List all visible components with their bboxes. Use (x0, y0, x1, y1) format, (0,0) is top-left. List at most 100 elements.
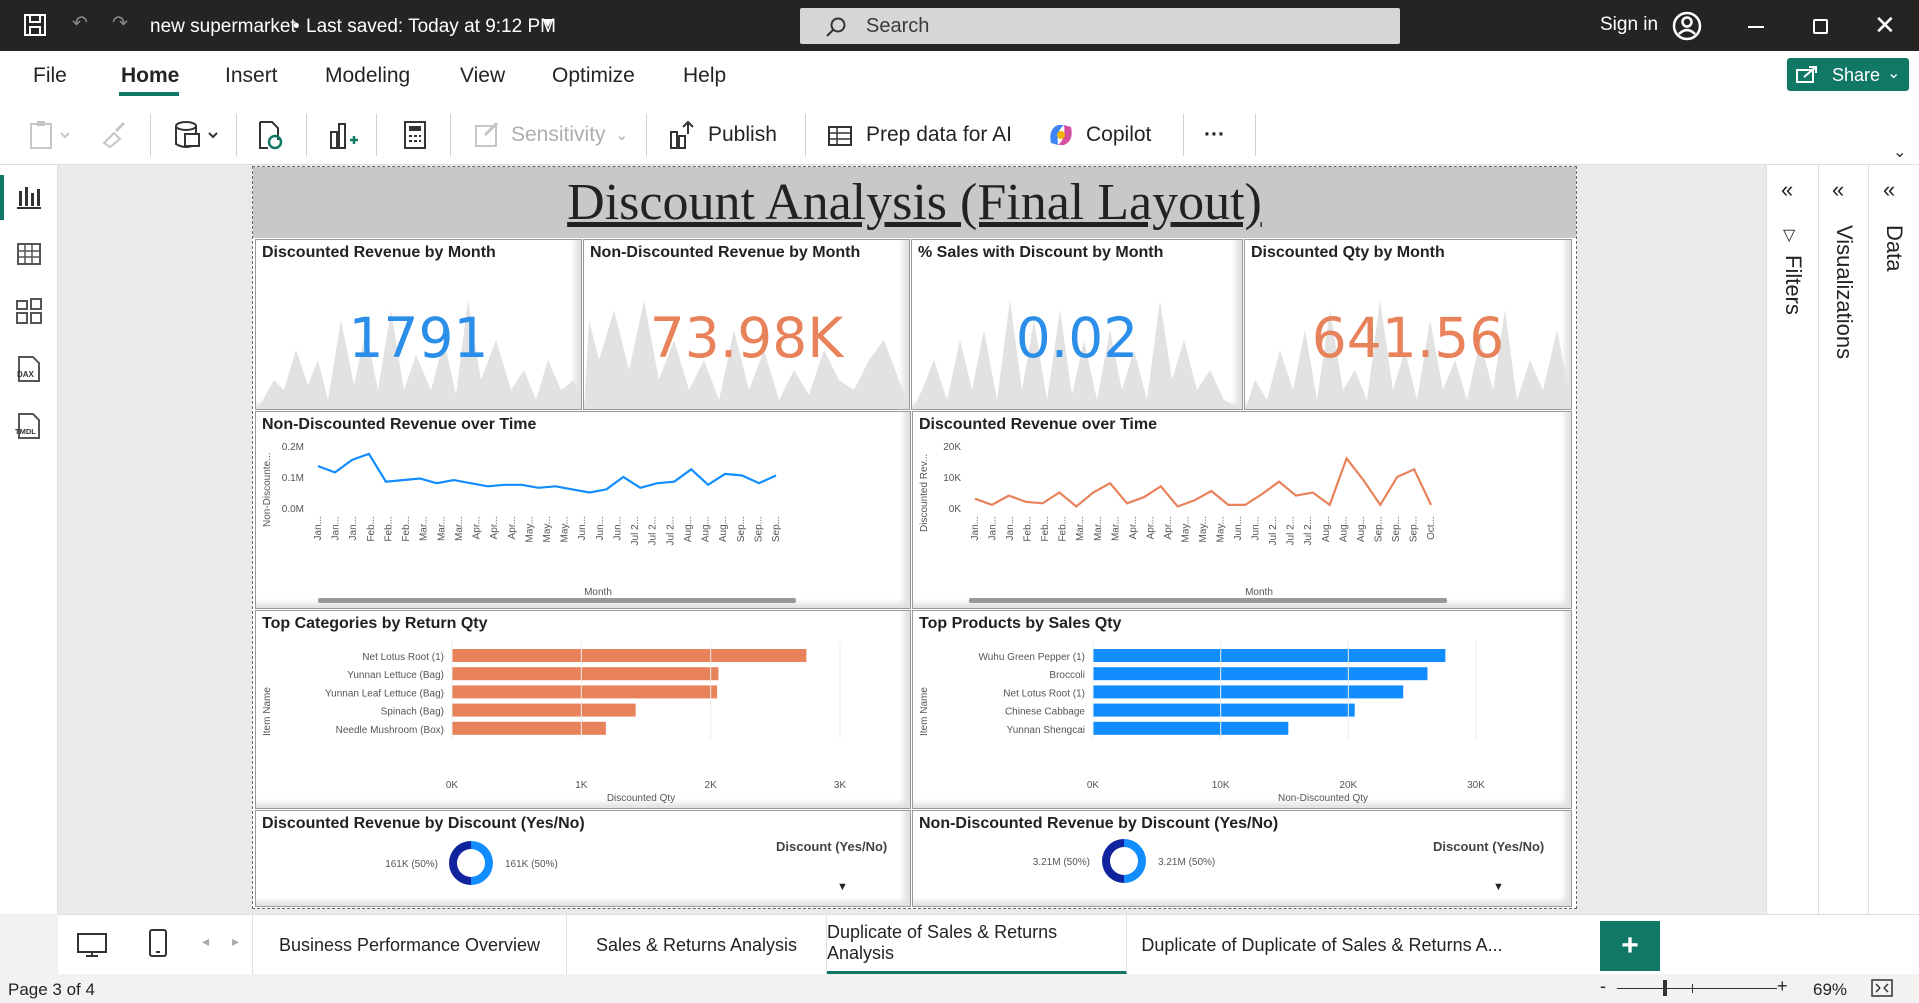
prep-data-button[interactable]: Prep data for AI (826, 104, 1012, 165)
kpi-title: Non-Discounted Revenue by Month (590, 244, 861, 261)
filter-icon: ▽ (1783, 227, 1796, 244)
close-icon[interactable]: ✕ (1874, 10, 1896, 41)
bar-chart: Item Name Non-Discounted Qty Wuhu Green … (919, 641, 1485, 804)
more-options-button[interactable]: ··· (1204, 104, 1225, 165)
paste-button[interactable] (28, 104, 72, 165)
x-tick-label: May... (1216, 516, 1227, 542)
table-view-icon[interactable] (15, 240, 43, 268)
chart-non-discounted-revenue-by-discount[interactable]: Non-Discounted Revenue by Discount (Yes/… (912, 810, 1572, 907)
menu-view[interactable]: View (460, 64, 505, 88)
kpi-card-non-discounted-revenue[interactable]: Non-Discounted Revenue by Month 73.98K (583, 239, 910, 410)
line-chart: Non-Discounte... Month 0.2M 0.1M 0.0M Jan..… (262, 442, 796, 603)
horizontal-scrollbar[interactable] (318, 598, 796, 603)
collapse-ribbon-icon[interactable]: ⌄ (1893, 142, 1906, 162)
horizontal-scrollbar[interactable] (969, 598, 1447, 603)
menu-modeling[interactable]: Modeling (325, 64, 410, 88)
data-pane-collapsed[interactable]: « Data (1868, 165, 1919, 914)
y-axis-title: Non-Discounte... (262, 453, 273, 527)
kpi-title: Discounted Revenue by Month (262, 244, 496, 261)
expand-visualizations-icon[interactable]: « (1832, 177, 1844, 203)
category-label: Spinach (Bag) (381, 707, 444, 718)
get-data-button[interactable] (172, 104, 222, 165)
chart-discounted-revenue-by-discount[interactable]: Discounted Revenue by Discount (Yes/No) … (255, 810, 911, 907)
copilot-button[interactable]: Copilot (1046, 104, 1151, 165)
add-page-button[interactable]: + (1600, 921, 1660, 971)
x-tick-label: Jul 2... (1268, 516, 1279, 545)
page-tab[interactable]: Duplicate of Duplicate of Sales & Return… (1127, 915, 1517, 975)
restore-icon[interactable] (1813, 19, 1828, 34)
zoom-in-button[interactable]: + (1777, 976, 1788, 997)
calculation-button[interactable] (402, 104, 428, 165)
x-tick-label: May... (1198, 516, 1209, 542)
category-label: Yunnan Shengcai (1007, 725, 1085, 736)
zoom-slider-thumb[interactable] (1663, 980, 1667, 996)
title-dropdown-icon[interactable]: ▼ (541, 14, 555, 30)
x-tick-label: Sep... (736, 516, 747, 542)
x-tick-label: 0K (1087, 780, 1100, 791)
scroll-tabs-right-icon[interactable]: ▸ (232, 933, 239, 950)
category-label: Net Lotus Root (1) (362, 652, 444, 663)
desktop-layout-icon[interactable] (76, 932, 108, 958)
report-view-icon[interactable] (15, 183, 43, 211)
search-box[interactable]: Search (800, 8, 1400, 44)
sign-in-link[interactable]: Sign in (1600, 14, 1658, 36)
kpi-card-pct-sales-discount[interactable]: % Sales with Discount by Month 0.02 (911, 239, 1243, 410)
legend-dropdown-icon[interactable]: ▼ (837, 881, 848, 893)
bar (1093, 721, 1289, 735)
chart-top-categories-by-return-qty[interactable]: Top Categories by Return Qty Item Name D… (255, 610, 911, 809)
zoom-slider-track[interactable] (1617, 988, 1777, 989)
visualizations-label: Visualizations (1832, 225, 1857, 360)
view-rail: DAX TMDL (0, 165, 58, 914)
save-icon[interactable] (24, 14, 46, 36)
share-button[interactable]: Share ⌄ (1787, 58, 1909, 91)
slice-label-left: 3.21M (50%) (1033, 857, 1090, 868)
donut-slice-no (471, 841, 493, 885)
filters-pane-collapsed[interactable]: « ▽ Filters (1766, 165, 1818, 914)
donut-chart: 3.21M (50%) 3.21M (50%) (1033, 839, 1215, 883)
menu-help[interactable]: Help (683, 64, 726, 88)
page-tab[interactable]: Business Performance Overview (253, 915, 567, 975)
publish-button[interactable]: Publish (668, 104, 777, 165)
mobile-layout-icon[interactable] (148, 928, 168, 958)
undo-icon[interactable]: ↶ (72, 12, 88, 35)
kpi-title: % Sales with Discount by Month (918, 244, 1164, 261)
menu-home[interactable]: Home (121, 64, 179, 88)
calculator-icon (404, 120, 426, 149)
kpi-card-discounted-qty[interactable]: Discounted Qty by Month 641.56 (1244, 239, 1572, 410)
x-tick-label: Feb... (1040, 516, 1051, 542)
category-label: Broccoli (1049, 670, 1085, 681)
scroll-tabs-left-icon[interactable]: ◂ (202, 933, 209, 950)
chart-top-products-by-sales-qty[interactable]: Top Products by Sales Qty Item Name Non-… (912, 610, 1572, 809)
redo-icon[interactable]: ↷ (112, 12, 128, 35)
account-icon[interactable] (1672, 11, 1702, 41)
donut-chart: 161K (50%) 161K (50%) (385, 841, 558, 885)
menu-insert[interactable]: Insert (225, 64, 278, 88)
page-tab-active[interactable]: Duplicate of Sales & Returns Analysis (827, 915, 1127, 975)
page-tab[interactable]: Sales & Returns Analysis (567, 915, 827, 975)
menu-file[interactable]: File (33, 64, 67, 88)
refresh-button[interactable] (256, 104, 284, 165)
sensitivity-icon (475, 121, 499, 147)
new-visual-button[interactable] (328, 104, 358, 165)
chart-discounted-revenue-over-time[interactable]: Discounted Revenue over Time Discounted … (912, 411, 1572, 609)
x-tick-label: Sep... (753, 516, 764, 542)
x-tick-label: Apr... (489, 516, 500, 539)
tmdl-view-icon[interactable]: TMDL (15, 412, 43, 440)
expand-data-icon[interactable]: « (1883, 177, 1895, 203)
minimize-icon[interactable] (1748, 26, 1764, 28)
zoom-out-button[interactable]: - (1600, 976, 1606, 997)
x-tick-label: Feb... (1058, 516, 1069, 542)
kpi-card-discounted-revenue[interactable]: Discounted Revenue by Month 1791 (255, 239, 582, 410)
sensitivity-button[interactable]: Sensitivity ⌄ (473, 104, 628, 165)
database-icon (175, 120, 218, 148)
legend-dropdown-icon[interactable]: ▼ (1493, 881, 1504, 893)
format-painter-button[interactable] (100, 104, 128, 165)
menu-optimize[interactable]: Optimize (552, 64, 635, 88)
expand-filters-icon[interactable]: « (1781, 177, 1793, 203)
model-view-icon[interactable] (15, 297, 43, 325)
category-label: Needle Mushroom (Box) (336, 725, 444, 736)
chart-non-discounted-revenue-over-time[interactable]: Non-Discounted Revenue over Time Non-Dis… (255, 411, 911, 609)
fit-to-page-icon[interactable] (1870, 978, 1894, 998)
visualizations-pane-collapsed[interactable]: « Visualizations (1818, 165, 1868, 914)
dax-query-view-icon[interactable]: DAX (15, 355, 43, 383)
